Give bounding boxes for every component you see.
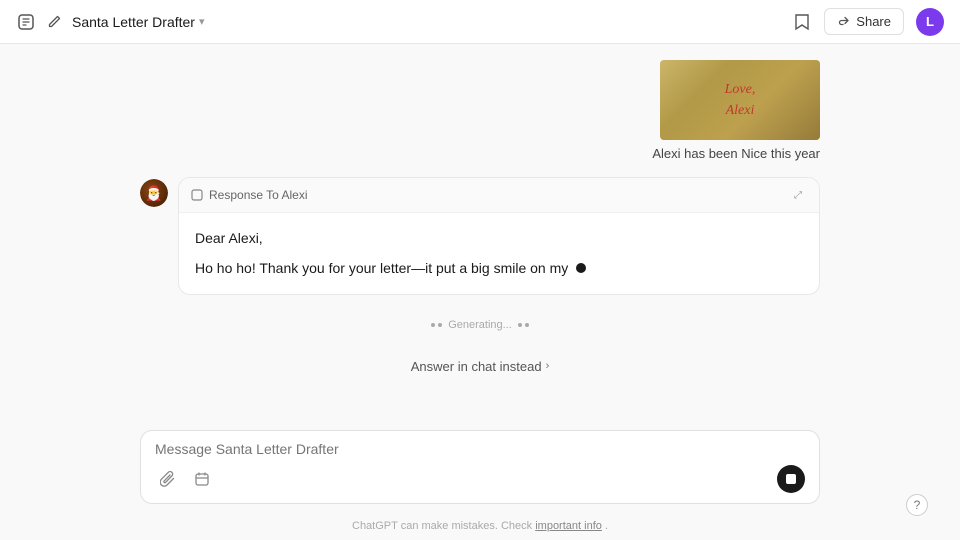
generating-text: Generating...: [448, 319, 512, 331]
letter-line2: Alexi: [725, 100, 756, 121]
new-chat-icon[interactable]: [16, 12, 36, 32]
letter-line1: Love,: [725, 79, 756, 100]
calendar-button[interactable]: [189, 466, 215, 492]
message-input[interactable]: [155, 441, 805, 457]
input-actions: [155, 465, 805, 493]
main-content: Love, Alexi Alexi has been Nice this yea…: [0, 44, 960, 540]
input-box: [140, 430, 820, 504]
chat-area: Love, Alexi Alexi has been Nice this yea…: [0, 44, 960, 422]
help-button[interactable]: ?: [906, 494, 928, 516]
bubble-text: Dear Alexi, Ho ho ho! Thank you for your…: [195, 227, 803, 280]
bubble-content: Dear Alexi, Ho ho ho! Thank you for your…: [179, 213, 819, 294]
bookmark-icon[interactable]: [792, 12, 812, 32]
footer: ChatGPT can make mistakes. Check importa…: [0, 516, 960, 540]
assistant-avatar: 🎅: [140, 179, 168, 207]
stop-button[interactable]: [777, 465, 805, 493]
expand-icon[interactable]: ⤢: [789, 186, 807, 204]
assistant-message: 🎅 Response To Alexi ⤢: [140, 177, 820, 295]
answer-in-chat-row: Answer in chat instead ›: [140, 355, 820, 382]
app-title[interactable]: Santa Letter Drafter ▾: [72, 14, 204, 30]
user-message: Love, Alexi Alexi has been Nice this yea…: [140, 60, 820, 161]
generating-dots-right: [518, 323, 529, 327]
input-icons: [155, 466, 215, 492]
user-caption: Alexi has been Nice this year: [652, 146, 820, 161]
letter-image: Love, Alexi: [660, 60, 820, 140]
avatar[interactable]: L: [916, 8, 944, 36]
bubble-title: Response To Alexi: [191, 188, 308, 202]
attachment-button[interactable]: [155, 466, 181, 492]
assistant-bubble: Response To Alexi ⤢ Dear Alexi, Ho ho ho…: [178, 177, 820, 295]
share-button[interactable]: Share: [824, 8, 904, 35]
generating-dots: [431, 323, 442, 327]
stop-icon: [786, 474, 796, 484]
assistant-avatar-img: 🎅: [140, 179, 168, 207]
bubble-header: Response To Alexi ⤢: [179, 178, 819, 213]
generating-indicator: Generating...: [140, 311, 820, 339]
answer-in-chat-link[interactable]: Answer in chat instead ›: [411, 359, 549, 374]
chat-content: Love, Alexi Alexi has been Nice this yea…: [140, 60, 820, 382]
edit-icon[interactable]: [44, 12, 64, 32]
title-chevron-icon: ▾: [199, 15, 205, 28]
header-left: Santa Letter Drafter ▾: [16, 12, 204, 32]
app-header: Santa Letter Drafter ▾ Share L: [0, 0, 960, 44]
input-area: [0, 422, 960, 516]
ellipsis-dot: [576, 263, 586, 273]
important-info-link[interactable]: important info: [535, 520, 602, 532]
header-right: Share L: [792, 8, 944, 36]
answer-chevron-icon: ›: [546, 360, 550, 372]
